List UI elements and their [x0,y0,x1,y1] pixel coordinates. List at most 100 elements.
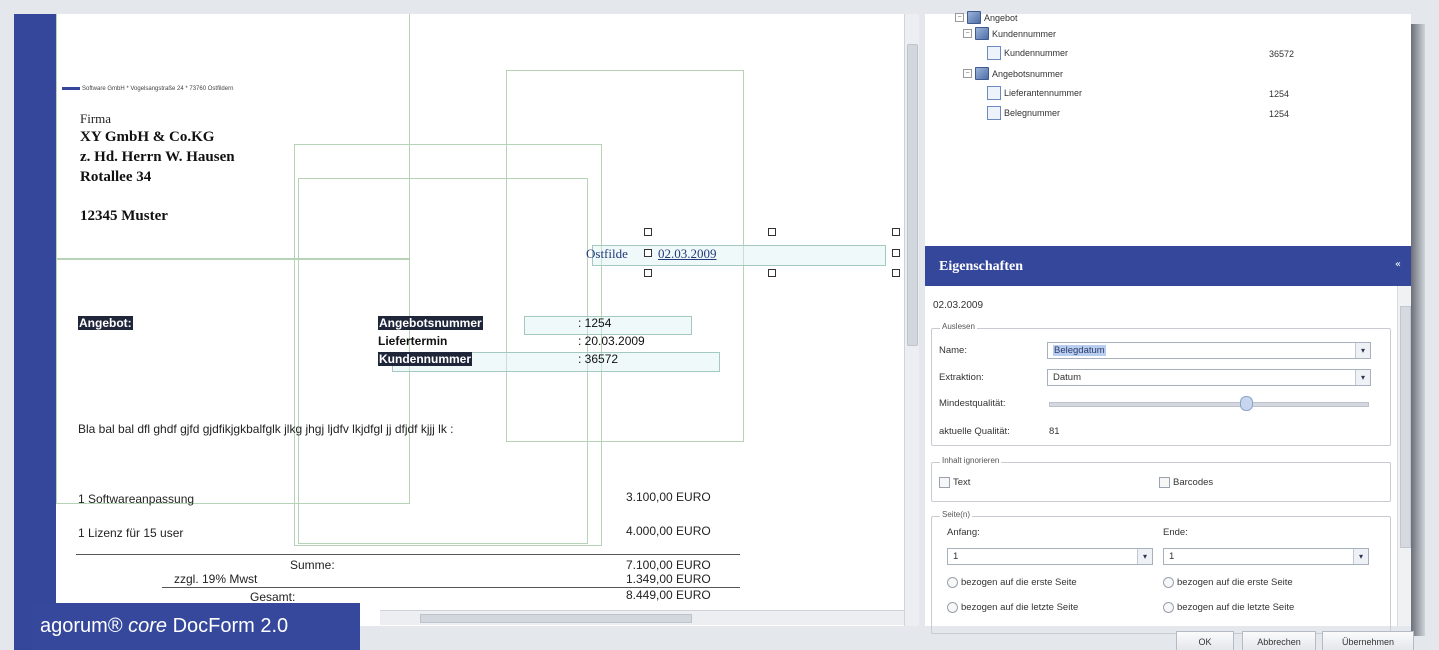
document-vertical-scroll-thumb[interactable] [907,44,918,346]
brand-prefix: agorum® [40,615,129,637]
slider-handle[interactable] [1240,396,1254,411]
extraktion-label: Extraktion: [939,372,984,383]
tree-node-kundennummer-group[interactable]: − Kundennummer [963,27,1056,40]
total-amount: 1.349,00 EURO [626,572,711,586]
body-text: Bla bal bal dfl ghdf gjfd gjdfikjgkbalfg… [78,422,454,436]
name-select-text: Belegdatum [1053,345,1106,356]
collapse-icon[interactable]: − [955,13,964,22]
properties-header: Eigenschaften « [925,246,1411,286]
extraktion-select-value: Datum [1053,372,1081,383]
anfang-label: Anfang: [947,527,980,538]
resize-handle[interactable] [768,269,776,277]
offer-title: Angebot: [78,316,133,330]
text-checkbox[interactable] [939,477,950,488]
extraktion-select[interactable]: Datum ▾ [1047,369,1371,386]
anfang-radio-first-label: bezogen auf die erste Seite [961,577,1077,588]
collapse-icon[interactable]: − [963,69,972,78]
tree-node-label: Belegnummer [1004,108,1061,118]
tree-node-label: Kundennummer [1004,48,1069,58]
place-text: Ostfilde [586,246,628,261]
anfang-radio-first[interactable] [947,577,958,588]
date-selection[interactable] [592,245,886,266]
barcodes-checkbox[interactable] [1159,477,1170,488]
ende-radio-first[interactable] [1163,577,1174,588]
chevron-down-icon[interactable]: ▾ [1355,343,1370,358]
anfang-select[interactable]: 1 ▾ [947,548,1153,565]
address-company: XY GmbH & Co.KG [80,129,215,145]
sender-line: Software GmbH * Vogelsangstraße 24 * 737… [62,86,233,92]
resize-handle[interactable] [644,269,652,277]
tree-node-angebot[interactable]: − Angebot [955,11,1018,24]
aktuelle-qualitaet-value: 81 [1049,426,1060,437]
selected-value: 02.03.2009 [933,300,984,311]
address-city: 12345 Muster [80,208,168,224]
tree-node-lieferantennummer[interactable]: Lieferantennummer [987,86,1082,100]
tree-node-label: Lieferantennummer [1004,88,1083,98]
tree-node-kundennummer[interactable]: Kundennummer [987,46,1068,60]
tree-node-belegnummer[interactable]: Belegnummer [987,106,1060,120]
left-accent-bar [14,14,56,650]
cancel-button[interactable]: Abbrechen [1242,631,1316,650]
item-desc: 1 Lizenz für 15 user [78,526,184,540]
document-horizontal-scroll-thumb[interactable] [420,614,692,623]
field-tree: − Angebot − Kundennummer Kundennummer 36… [925,11,1411,246]
collapse-panel-icon[interactable]: « [1395,259,1401,270]
item-amount: 3.100,00 EURO [626,490,711,504]
group-icon [975,27,989,40]
chevron-down-icon[interactable]: ▾ [1137,549,1152,564]
sender-text: Software GmbH * Vogelsangstraße 24 * 737… [82,86,234,92]
properties-scrollbar[interactable] [1397,286,1412,626]
total-amount: 7.100,00 EURO [626,558,711,572]
docform-window: Software GmbH * Vogelsangstraße 24 * 737… [0,0,1439,650]
ende-radio-last[interactable] [1163,602,1174,613]
resize-handle[interactable] [644,228,652,236]
brand-suffix: DocForm 2.0 [167,615,289,637]
field-value-offer-number: : 1254 [578,316,612,330]
resize-handle[interactable] [892,228,900,236]
resize-handle[interactable] [768,228,776,236]
resize-handle[interactable] [892,249,900,257]
sender-logo [62,86,80,90]
name-label: Name: [939,345,967,356]
text-checkbox-label: Text [953,477,971,488]
properties-scroll-thumb[interactable] [1400,306,1411,548]
properties-title: Eigenschaften [939,259,1023,274]
fieldset-legend: Auslesen [940,322,977,331]
address-attn: z. Hd. Herrn W. Hausen [80,149,235,165]
item-amount: 4.000,00 EURO [626,524,711,538]
tree-node-value: 1254 [1269,89,1290,99]
resize-handle[interactable] [644,249,652,257]
barcodes-checkbox-label: Barcodes [1173,477,1214,488]
document-horizontal-scrollbar[interactable] [380,610,904,625]
ende-select[interactable]: 1 ▾ [1163,548,1369,565]
brand-core: core [128,615,168,637]
total-label: Gesamt: [250,590,296,604]
ende-radio-first-label: bezogen auf die erste Seite [1177,577,1293,588]
field-label-delivery: Liefertermin [378,334,448,348]
field-icon [987,106,1001,120]
document-preview[interactable]: Software GmbH * Vogelsangstraße 24 * 737… [56,14,904,626]
name-select-value: Belegdatum [1053,345,1106,356]
apply-button[interactable]: Übernehmen [1322,631,1414,650]
right-panel: − Angebot − Kundennummer Kundennummer 36… [925,11,1412,634]
group-icon [975,67,989,80]
collapse-icon[interactable]: − [963,29,972,38]
fieldset-legend: Inhalt ignorieren [940,456,1002,465]
resize-handle[interactable] [892,269,900,277]
document-vertical-scrollbar[interactable] [904,14,919,626]
mindestqualitaet-label: Mindestqualität: [939,398,1006,409]
ende-label: Ende: [1163,527,1188,538]
zone-box-body[interactable] [56,258,410,504]
ok-button[interactable]: OK [1176,631,1234,650]
mindestqualitaet-slider[interactable] [1049,402,1369,407]
total-label: Summe: [290,558,335,572]
field-label-offer-number: Angebotsnummer [378,316,483,330]
chevron-down-icon[interactable]: ▾ [1355,370,1370,385]
item-desc: 1 Softwareanpassung [78,492,195,506]
properties-panel: 02.03.2009 Auslesen Name: Belegdatum ▾ E… [925,286,1395,634]
chevron-down-icon[interactable]: ▾ [1353,549,1368,564]
name-select[interactable]: Belegdatum ▾ [1047,342,1371,359]
tree-node-angebotsnummer-group[interactable]: − Angebotsnummer [963,67,1063,80]
fieldset-legend: Seite(n) [940,510,973,519]
anfang-radio-last[interactable] [947,602,958,613]
